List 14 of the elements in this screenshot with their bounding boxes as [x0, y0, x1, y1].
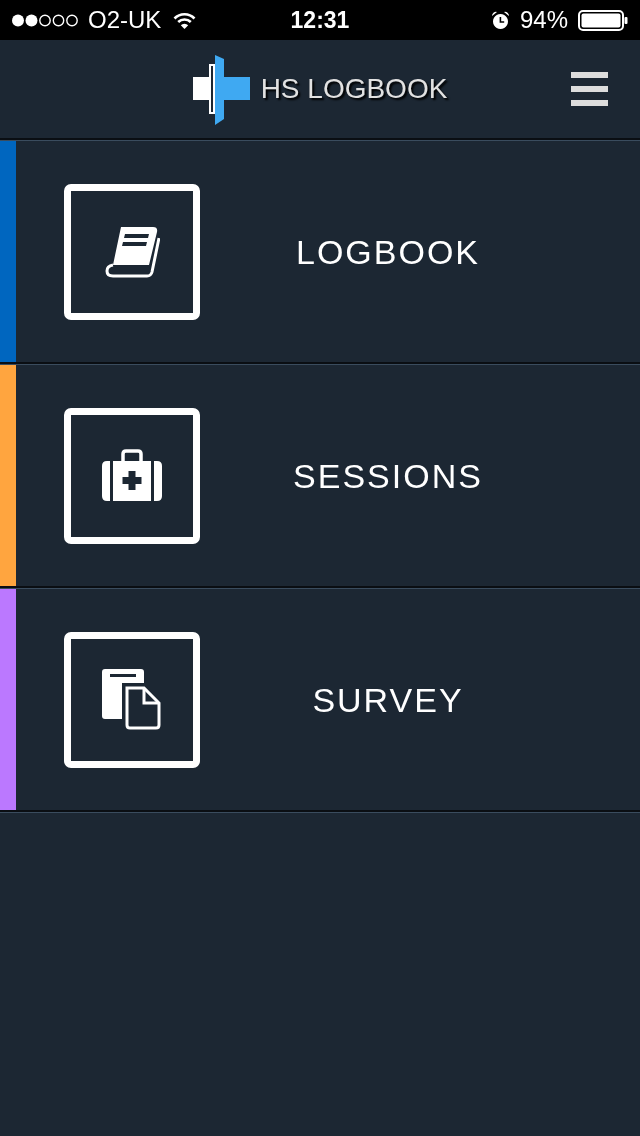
- menu-button[interactable]: [571, 72, 608, 106]
- alarm-clock-icon: [490, 10, 510, 30]
- wifi-icon: [173, 11, 197, 29]
- medical-kit-icon: [64, 407, 200, 544]
- cross-icon: [192, 53, 250, 125]
- book-icon: [64, 183, 200, 320]
- carrier-name: O2-UK: [88, 8, 162, 32]
- signal-strength-icon: [12, 13, 80, 27]
- battery-icon: [578, 9, 628, 31]
- app-title: HS LOGBOOK: [260, 75, 448, 103]
- menu-icon: [571, 72, 608, 106]
- clock-time: 12:31: [290, 8, 350, 32]
- documents-icon: [64, 631, 200, 768]
- battery-percentage: 94%: [519, 8, 568, 32]
